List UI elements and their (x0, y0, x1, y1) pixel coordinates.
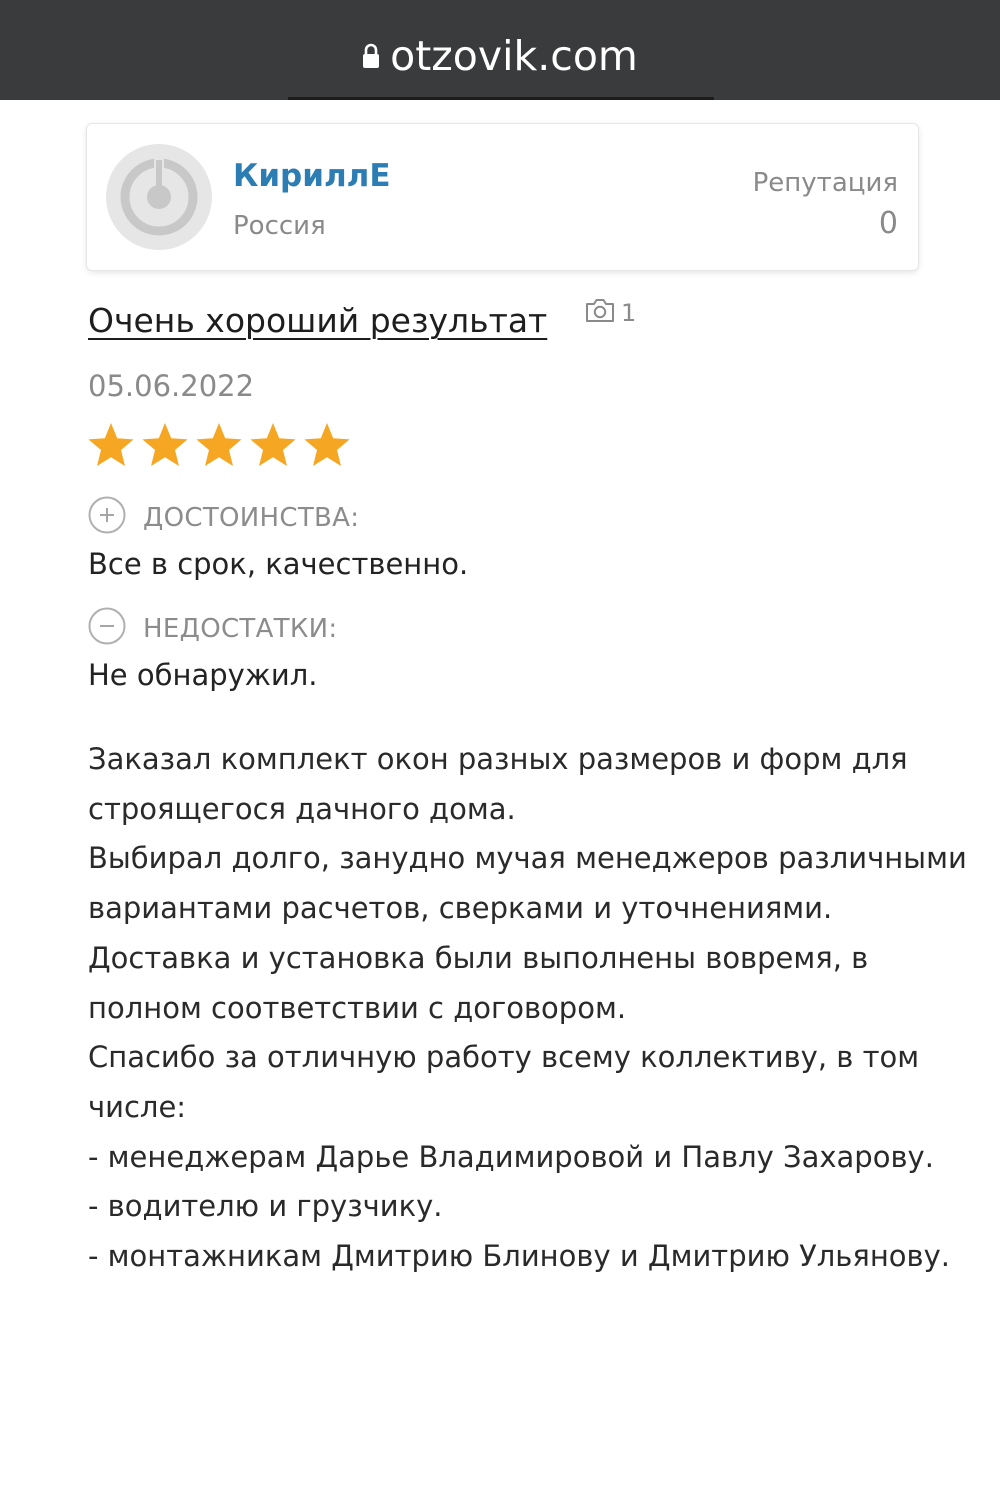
url-text: otzovik.com (390, 32, 638, 80)
star-icon (304, 423, 350, 466)
review-date: 05.06.2022 (88, 369, 255, 403)
browser-address-bar[interactable]: otzovik.com (0, 0, 1000, 100)
url-display[interactable]: otzovik.com (0, 30, 1000, 82)
plus-circle-icon (88, 496, 126, 534)
author-card: КириллЕ Россия Репутация 0 (87, 124, 918, 270)
cons-text: Не обнаружил. (88, 658, 318, 692)
star-icon (142, 423, 188, 466)
star-icon (88, 423, 134, 466)
lock-icon (363, 43, 380, 68)
rating-stars (86, 421, 352, 471)
review-body: Заказал комплект окон разных размеров и … (88, 742, 967, 1274)
avatar[interactable] (106, 144, 212, 250)
review-title[interactable]: Очень хороший результат (88, 298, 547, 344)
cons-label: НЕДОСТАТКИ: (143, 614, 338, 644)
author-country: Россия (233, 211, 326, 241)
page-load-indicator (288, 97, 714, 100)
camera-icon[interactable] (584, 296, 616, 324)
star-icon (196, 423, 242, 466)
star-icon (250, 423, 296, 466)
pros-label: ДОСТОИНСТВА: (143, 503, 360, 533)
pros-text: Все в срок, качественно. (88, 547, 469, 581)
reputation-label: Репутация (752, 168, 898, 198)
photo-count[interactable]: 1 (621, 296, 636, 330)
reputation-value: 0 (878, 206, 898, 241)
author-name[interactable]: КириллЕ (233, 156, 391, 196)
minus-circle-icon (88, 607, 126, 645)
